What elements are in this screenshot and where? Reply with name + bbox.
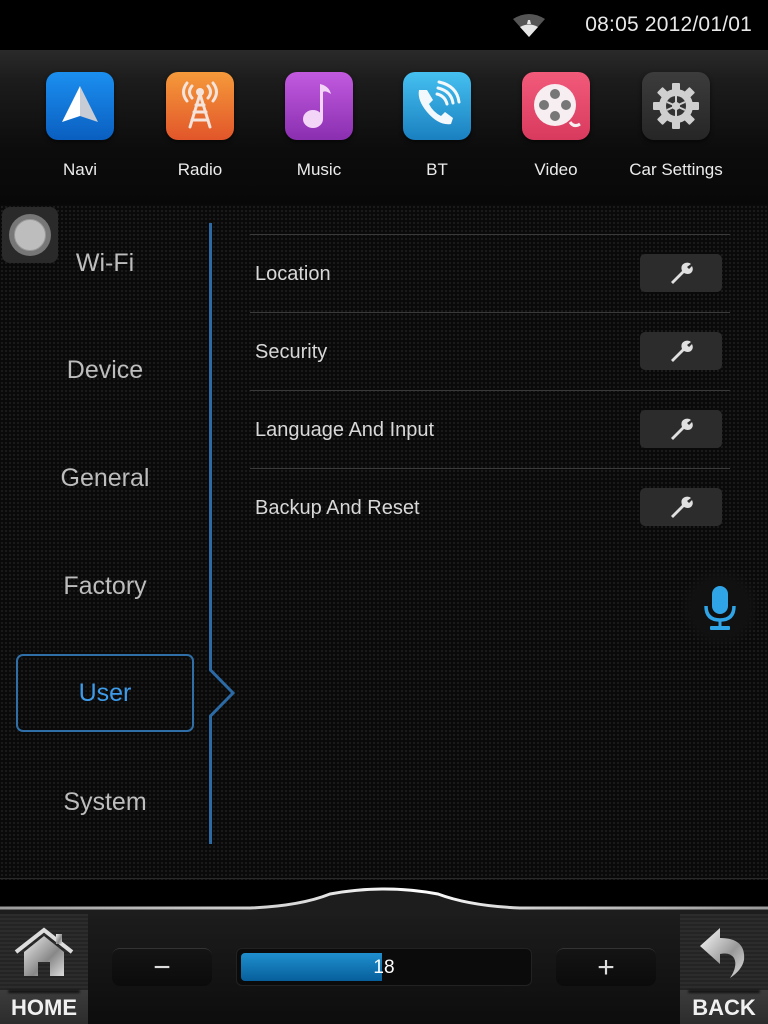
selection-pointer-icon xyxy=(209,668,236,720)
film-reel-icon xyxy=(534,84,581,128)
app-navi[interactable]: Navi xyxy=(20,72,140,180)
home-button[interactable]: HOME xyxy=(0,914,88,1024)
wrench-icon xyxy=(671,418,693,440)
bluetooth-phone-icon xyxy=(418,80,461,125)
radio-tower-icon xyxy=(182,81,218,129)
app-label: Car Settings xyxy=(629,160,723,179)
volume-up-button[interactable]: + xyxy=(556,948,656,986)
back-label: BACK xyxy=(680,990,768,1024)
sidebar-item-factory[interactable]: Factory xyxy=(16,547,194,625)
volume-slider[interactable]: 18 xyxy=(236,948,532,986)
volume-value: 18 xyxy=(373,957,395,978)
bottom-chrome-wave xyxy=(0,887,768,916)
app-label: Video xyxy=(534,160,578,179)
settings-row-language[interactable]: Language And Input xyxy=(250,390,730,468)
wrench-icon xyxy=(671,340,693,362)
wrench-icon xyxy=(671,262,693,284)
backup-settings-button[interactable] xyxy=(640,488,722,526)
bottom-separator xyxy=(0,878,768,879)
app-dock: Navi Radio Music BT Video Car Settings xyxy=(0,50,768,205)
app-label: Music xyxy=(296,160,342,179)
app-music[interactable]: Music xyxy=(259,72,379,180)
home-label: HOME xyxy=(0,990,88,1024)
sidebar-item-system[interactable]: System xyxy=(16,763,194,841)
sidebar-item-device[interactable]: Device xyxy=(16,331,194,409)
sidebar-divider xyxy=(209,223,212,670)
voice-input-button[interactable] xyxy=(680,568,760,648)
app-label: Radio xyxy=(177,160,223,179)
settings-row-backup[interactable]: Backup And Reset xyxy=(250,468,730,546)
settings-row-security[interactable]: Security xyxy=(250,312,730,390)
music-note-icon xyxy=(303,84,331,128)
sidebar-item-user[interactable]: User xyxy=(16,654,194,732)
row-label: Security xyxy=(255,341,328,363)
row-label: Language And Input xyxy=(255,419,435,441)
app-video[interactable]: Video xyxy=(496,72,616,180)
sidebar-divider xyxy=(209,718,212,844)
navigation-arrow-icon xyxy=(62,86,98,122)
volume-down-button[interactable]: − xyxy=(112,948,212,986)
settings-row-location[interactable]: Location xyxy=(250,234,730,312)
location-settings-button[interactable] xyxy=(640,254,722,292)
sidebar-item-general[interactable]: General xyxy=(16,439,194,517)
wifi-signal-icon xyxy=(513,14,545,37)
security-settings-button[interactable] xyxy=(640,332,722,370)
app-label: BT xyxy=(426,160,448,179)
app-radio[interactable]: Radio xyxy=(140,72,260,180)
row-label: Location xyxy=(255,263,331,285)
back-button[interactable]: BACK xyxy=(680,914,768,1024)
language-settings-button[interactable] xyxy=(640,410,722,448)
status-bar: 08:05 2012/01/01 xyxy=(0,0,768,50)
app-label: Navi xyxy=(62,160,97,179)
clock-date: 08:05 2012/01/01 xyxy=(585,13,752,36)
microphone-icon xyxy=(704,586,736,630)
settings-list: Location Security Language And Input Bac… xyxy=(250,234,730,546)
row-label: Backup And Reset xyxy=(255,497,420,519)
app-car-settings[interactable]: Car Settings xyxy=(616,72,736,180)
back-arrow-icon xyxy=(700,928,745,978)
sidebar-item-wifi[interactable]: Wi-Fi xyxy=(16,224,194,302)
app-bt[interactable]: BT xyxy=(377,72,497,180)
home-icon xyxy=(14,927,74,976)
wrench-icon xyxy=(671,496,693,518)
gear-icon xyxy=(653,83,699,129)
